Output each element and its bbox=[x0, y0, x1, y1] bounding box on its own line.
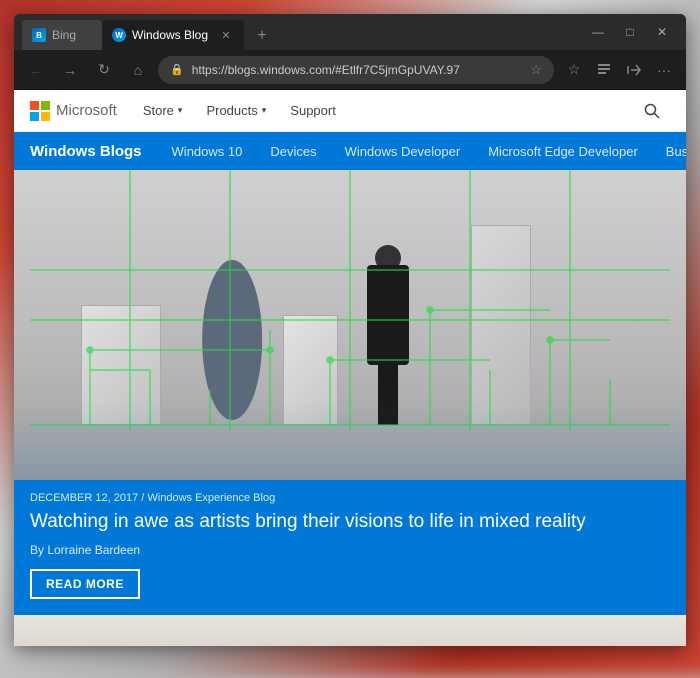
forward-button[interactable]: → bbox=[56, 56, 84, 84]
microsoft-logo[interactable]: Microsoft bbox=[30, 101, 117, 121]
nav-products[interactable]: Products ▾ bbox=[196, 90, 276, 132]
back-button[interactable]: ← bbox=[22, 56, 50, 84]
bing-favicon-icon: B bbox=[32, 28, 46, 42]
read-more-button[interactable]: READ MORE bbox=[30, 569, 140, 599]
products-chevron-icon: ▾ bbox=[262, 105, 267, 116]
lock-icon: 🔒 bbox=[170, 63, 184, 76]
nav-support[interactable]: Support bbox=[280, 90, 346, 132]
blogs-nav: Windows Blogs Windows 10 Devices Windows… bbox=[14, 132, 686, 170]
tab-bing-label: Bing bbox=[52, 28, 76, 42]
article-date: DECEMBER 12, 2017 bbox=[30, 492, 138, 504]
nav-devices[interactable]: Devices bbox=[256, 132, 330, 170]
nav-windows-developer[interactable]: Windows Developer bbox=[331, 132, 475, 170]
address-bar[interactable]: 🔒 https://blogs.windows.com/#Etlfr7C5jmG… bbox=[158, 56, 554, 84]
windows-blog-favicon-icon: W bbox=[112, 28, 126, 42]
tab-windows-blog-label: Windows Blog bbox=[132, 28, 208, 42]
address-bar-icons: ☆ bbox=[530, 62, 542, 78]
blogs-title[interactable]: Windows Blogs bbox=[14, 143, 158, 160]
maximize-button[interactable]: □ bbox=[614, 18, 646, 46]
ms-square-yellow bbox=[41, 112, 50, 121]
window-controls: — □ ✕ bbox=[582, 18, 678, 46]
url-text: https://blogs.windows.com/#Etlfr7C5jmGpU… bbox=[192, 63, 523, 77]
home-button[interactable]: ⌂ bbox=[124, 56, 152, 84]
nav-windows10[interactable]: Windows 10 bbox=[158, 132, 257, 170]
minimize-button[interactable]: — bbox=[582, 18, 614, 46]
star-icon[interactable]: ☆ bbox=[530, 62, 542, 78]
article-title: Watching in awe as artists bring their v… bbox=[30, 510, 670, 535]
microsoft-logo-squares bbox=[30, 101, 50, 121]
favorites-button[interactable]: ☆ bbox=[560, 56, 588, 84]
more-button[interactable]: ··· bbox=[650, 56, 678, 84]
webpage-content: Microsoft Store ▾ Products ▾ Support bbox=[14, 90, 686, 646]
store-chevron-icon: ▾ bbox=[178, 105, 183, 116]
ms-square-red bbox=[30, 101, 39, 110]
nav-edge-developer[interactable]: Microsoft Edge Developer bbox=[474, 132, 652, 170]
ms-header: Microsoft Store ▾ Products ▾ Support bbox=[14, 90, 686, 132]
hero-gradient-overlay bbox=[14, 400, 686, 480]
new-tab-button[interactable]: + bbox=[248, 22, 276, 50]
ms-square-green bbox=[41, 101, 50, 110]
toolbar-icons: ☆ ··· bbox=[560, 56, 678, 84]
microsoft-logo-text: Microsoft bbox=[56, 102, 117, 119]
article-blog-name: Windows Experience Blog bbox=[147, 492, 275, 504]
reading-list-button[interactable] bbox=[590, 56, 618, 84]
bottom-preview-section bbox=[14, 615, 686, 646]
article-meta: DECEMBER 12, 2017 / Windows Experience B… bbox=[30, 492, 670, 504]
title-bar: B Bing W Windows Blog ✕ + — □ ✕ bbox=[14, 14, 686, 50]
blogs-nav-items: Windows 10 Devices Windows Developer Mic… bbox=[158, 132, 686, 170]
nav-store[interactable]: Store ▾ bbox=[133, 90, 193, 132]
tab-area: B Bing W Windows Blog ✕ + bbox=[22, 14, 574, 50]
ms-search-button[interactable] bbox=[634, 93, 670, 129]
tab-bing[interactable]: B Bing bbox=[22, 20, 102, 50]
address-bar-row: ← → ↻ ⌂ 🔒 https://blogs.windows.com/#Etl… bbox=[14, 50, 686, 90]
ms-square-blue bbox=[30, 112, 39, 121]
browser-window: B Bing W Windows Blog ✕ + — □ ✕ ← → ↻ ⌂ … bbox=[14, 14, 686, 646]
close-button[interactable]: ✕ bbox=[646, 18, 678, 46]
refresh-button[interactable]: ↻ bbox=[90, 56, 118, 84]
nav-business[interactable]: Business bbox=[652, 132, 686, 170]
share-button[interactable] bbox=[620, 56, 648, 84]
article-author: By Lorraine Bardeen bbox=[30, 543, 670, 557]
tab-close-button[interactable]: ✕ bbox=[218, 27, 234, 43]
hero-image-section bbox=[14, 170, 686, 480]
hero-image bbox=[14, 170, 686, 480]
tab-windows-blog[interactable]: W Windows Blog ✕ bbox=[102, 20, 244, 50]
article-info: DECEMBER 12, 2017 / Windows Experience B… bbox=[14, 480, 686, 615]
ms-nav: Store ▾ Products ▾ Support bbox=[133, 90, 618, 132]
next-article-preview bbox=[14, 615, 686, 646]
